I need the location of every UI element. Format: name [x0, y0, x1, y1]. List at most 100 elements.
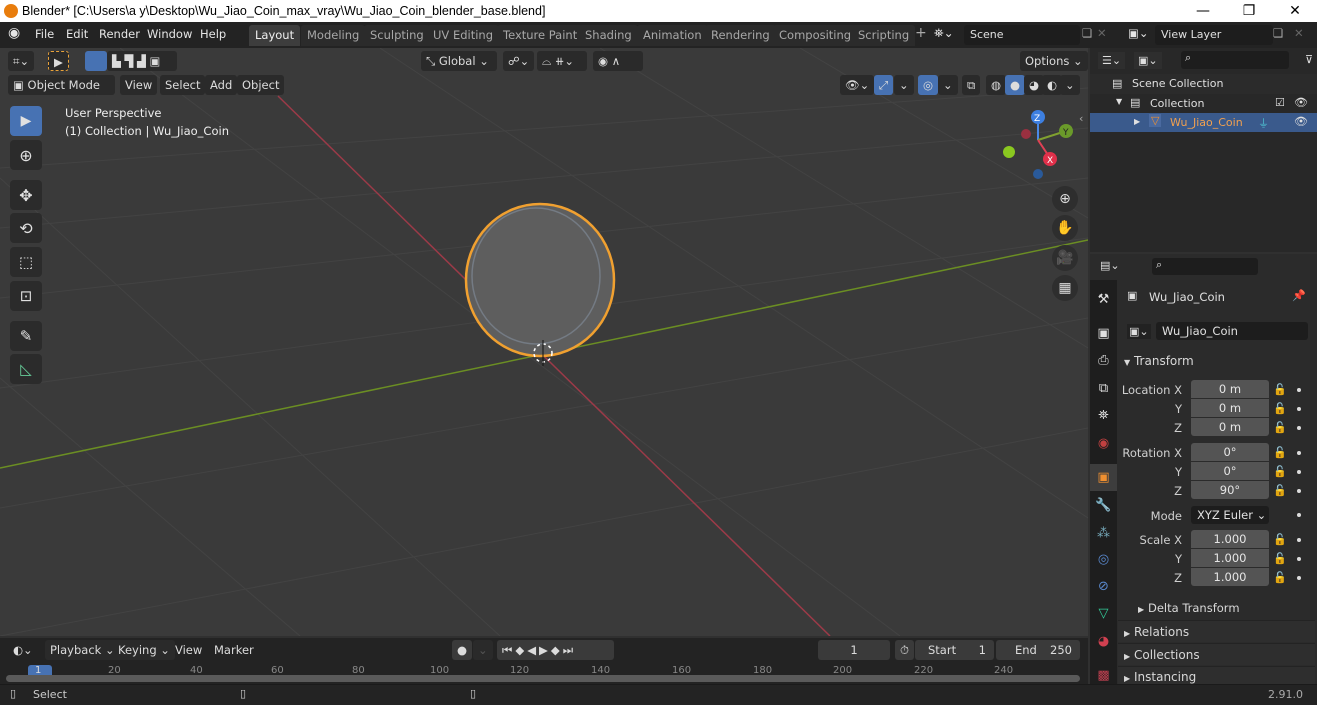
object-browse-icon[interactable]: ▣⌄ [1127, 324, 1151, 339]
rotate-tool[interactable]: ⟲ [10, 213, 42, 243]
blender-menu-icon[interactable]: ◉ [8, 25, 20, 41]
lock-scale-z-icon[interactable]: 🔓 [1273, 571, 1287, 584]
proportional-editing-icon[interactable]: ◉ ∧ [593, 51, 643, 71]
cursor-tool[interactable]: ⊕ [10, 140, 42, 170]
navigation-gizmo[interactable]: Z Y X [1000, 108, 1080, 188]
tab-compositing[interactable]: Compositing [773, 25, 858, 46]
menu-view[interactable]: View [120, 75, 158, 95]
filter-icon[interactable]: ⊽ [1305, 53, 1313, 66]
gizmo-dropdown-icon[interactable]: ⌄ [894, 75, 914, 95]
minimize-button[interactable]: — [1180, 0, 1226, 22]
close-button[interactable]: ✕ [1272, 0, 1317, 22]
rotation-y-field[interactable]: 0° [1191, 462, 1269, 480]
properties-search-input[interactable]: ⌕ [1152, 258, 1258, 275]
tab-tool[interactable]: ⚒ [1090, 286, 1117, 313]
keyframe-dot-icon[interactable] [1297, 538, 1301, 542]
tab-texture-paint[interactable]: Texture Paint [497, 25, 584, 46]
visibility-eye-icon[interactable]: 👁 [1294, 96, 1308, 109]
measure-tool[interactable]: ◺ [10, 354, 42, 384]
collections-panel-header[interactable]: ▶ Collections [1118, 643, 1315, 665]
annotate-tool[interactable]: ✎ [10, 321, 42, 351]
instancing-panel-header[interactable]: ▶ Instancing [1118, 666, 1315, 684]
keyframe-dot-icon[interactable] [1297, 513, 1301, 517]
lock-scale-x-icon[interactable]: 🔓 [1273, 533, 1287, 546]
scene-name-field[interactable]: Scene [964, 25, 1080, 45]
auto-keying-icon[interactable]: ● [452, 640, 473, 660]
scale-y-field[interactable]: 1.000 [1191, 549, 1269, 567]
pin-icon[interactable]: 📌 [1292, 289, 1306, 302]
scale-x-field[interactable]: 1.000 [1191, 530, 1269, 548]
expand-arrow-icon[interactable]: ▶ [1134, 117, 1140, 126]
tab-material[interactable]: ◕ [1090, 628, 1117, 655]
lock-rotation-z-icon[interactable]: 🔓 [1273, 484, 1287, 497]
tab-output[interactable]: ⎙ [1090, 347, 1117, 374]
transform-orientation-dropdown[interactable]: ⤡ Global ⌄ [421, 51, 497, 71]
scale-z-field[interactable]: 1.000 [1191, 568, 1269, 586]
new-view-layer-icon[interactable]: ❏ [1273, 26, 1283, 40]
menu-timeline-view[interactable]: View [170, 640, 207, 660]
tab-animation[interactable]: Animation [637, 25, 708, 46]
menu-object[interactable]: Object [237, 75, 285, 95]
menu-help[interactable]: Help [200, 27, 226, 41]
lock-location-x-icon[interactable]: 🔓 [1273, 383, 1287, 396]
delete-view-layer-icon[interactable]: ✕ [1294, 26, 1304, 40]
outliner-row-scene-collection[interactable]: ▤ Scene Collection [1090, 74, 1317, 94]
menu-keying[interactable]: Keying ⌄ [113, 640, 175, 660]
outliner-row-object[interactable]: ▶ ▽ Wu_Jiao_Coin ⏚ 👁 [1090, 113, 1317, 132]
overlays-dropdown-icon[interactable]: ⌄ [938, 75, 958, 95]
current-frame-field[interactable]: 1 [818, 640, 890, 660]
keyframe-dot-icon[interactable] [1297, 576, 1301, 580]
preview-range-icon[interactable]: ⏱ [895, 640, 914, 660]
playback-controls[interactable]: ⏮◆◀▶◆⏭ [497, 640, 614, 660]
select-box-tool[interactable]: ▶ [10, 106, 42, 136]
tab-scripting[interactable]: Scripting [852, 25, 916, 46]
outliner-search-input[interactable]: ⌕ [1181, 51, 1289, 69]
snap-icon[interactable]: ⌓ ⧺⌄ [537, 51, 587, 71]
new-scene-icon[interactable]: ❏ [1082, 26, 1092, 40]
delete-scene-icon[interactable]: ✕ [1097, 26, 1107, 40]
camera-view-button[interactable]: 🎥 [1052, 245, 1078, 271]
keyframe-dot-icon[interactable] [1297, 470, 1301, 474]
keyframe-dot-icon[interactable] [1297, 451, 1301, 455]
options-dropdown[interactable]: Options ⌄ [1020, 51, 1088, 71]
auto-keying-dropdown-icon[interactable]: ⌄ [473, 640, 493, 660]
outliner-display-mode-icon[interactable]: ☰⌄ [1098, 52, 1126, 69]
menu-add[interactable]: Add [205, 75, 238, 95]
tab-data[interactable]: ▽ [1090, 600, 1117, 627]
visibility-eye-icon[interactable]: 👁 [1294, 115, 1308, 128]
gizmo-toggle-icon[interactable]: ⤢ [874, 75, 894, 95]
lock-scale-y-icon[interactable]: 🔓 [1273, 552, 1287, 565]
pan-view-button[interactable]: ✋ [1052, 215, 1078, 241]
outliner-filter-mode-icon[interactable]: ▣⌄ [1134, 52, 1162, 69]
rotation-mode-dropdown[interactable]: XYZ Euler ⌄ [1191, 506, 1269, 524]
menu-playback[interactable]: Playback ⌄ [45, 640, 120, 660]
toggle-ortho-button[interactable]: ▦ [1052, 275, 1078, 301]
timeline-scrollbar[interactable] [6, 675, 1080, 682]
menu-marker[interactable]: Marker [209, 640, 259, 660]
menu-select[interactable]: Select [160, 75, 206, 95]
solid-shading-icon[interactable]: ● [1005, 75, 1026, 95]
mode-dropdown[interactable]: ▣ Object Mode ⌄ [8, 75, 115, 112]
tab-uv-editing[interactable]: UV Editing [427, 25, 499, 46]
timeline-editor-type-icon[interactable]: ◐⌄ [8, 640, 38, 660]
rotation-z-field[interactable]: 90° [1191, 481, 1269, 499]
lock-rotation-y-icon[interactable]: 🔓 [1273, 465, 1287, 478]
properties-editor-icon[interactable]: ▤⌄ [1100, 259, 1120, 272]
menu-render[interactable]: Render [99, 27, 140, 41]
exclude-checkbox[interactable]: ☑ [1275, 96, 1285, 109]
view-layer-field[interactable]: View Layer [1155, 25, 1273, 45]
expand-arrow-icon[interactable]: ▼ [1116, 97, 1122, 106]
tab-render[interactable]: ▣ [1090, 320, 1117, 347]
relations-panel-header[interactable]: ▶ Relations [1118, 620, 1315, 642]
lock-location-z-icon[interactable]: 🔓 [1273, 421, 1287, 434]
start-frame-field[interactable]: Start 1 [915, 640, 994, 660]
transform-tool[interactable]: ⊡ [10, 281, 42, 311]
overlays-toggle-icon[interactable]: ◎ [918, 75, 939, 95]
location-z-field[interactable]: 0 m [1191, 418, 1269, 436]
editor-type-icon[interactable]: ⌗⌄ [8, 51, 35, 71]
select-mode-options-icon[interactable]: ▙ ▜ ▟ ▣ [107, 51, 177, 71]
3d-viewport[interactable]: ⌗⌄ ▶ ▙ ▜ ▟ ▣ ⤡ Global ⌄ ☍⌄ ⌓ ⧺⌄ ◉ ∧ Opti… [0, 48, 1088, 636]
tab-sculpting[interactable]: Sculpting [364, 25, 430, 46]
pivot-point-icon[interactable]: ☍⌄ [503, 51, 535, 71]
end-frame-field[interactable]: End 250 [996, 640, 1080, 660]
